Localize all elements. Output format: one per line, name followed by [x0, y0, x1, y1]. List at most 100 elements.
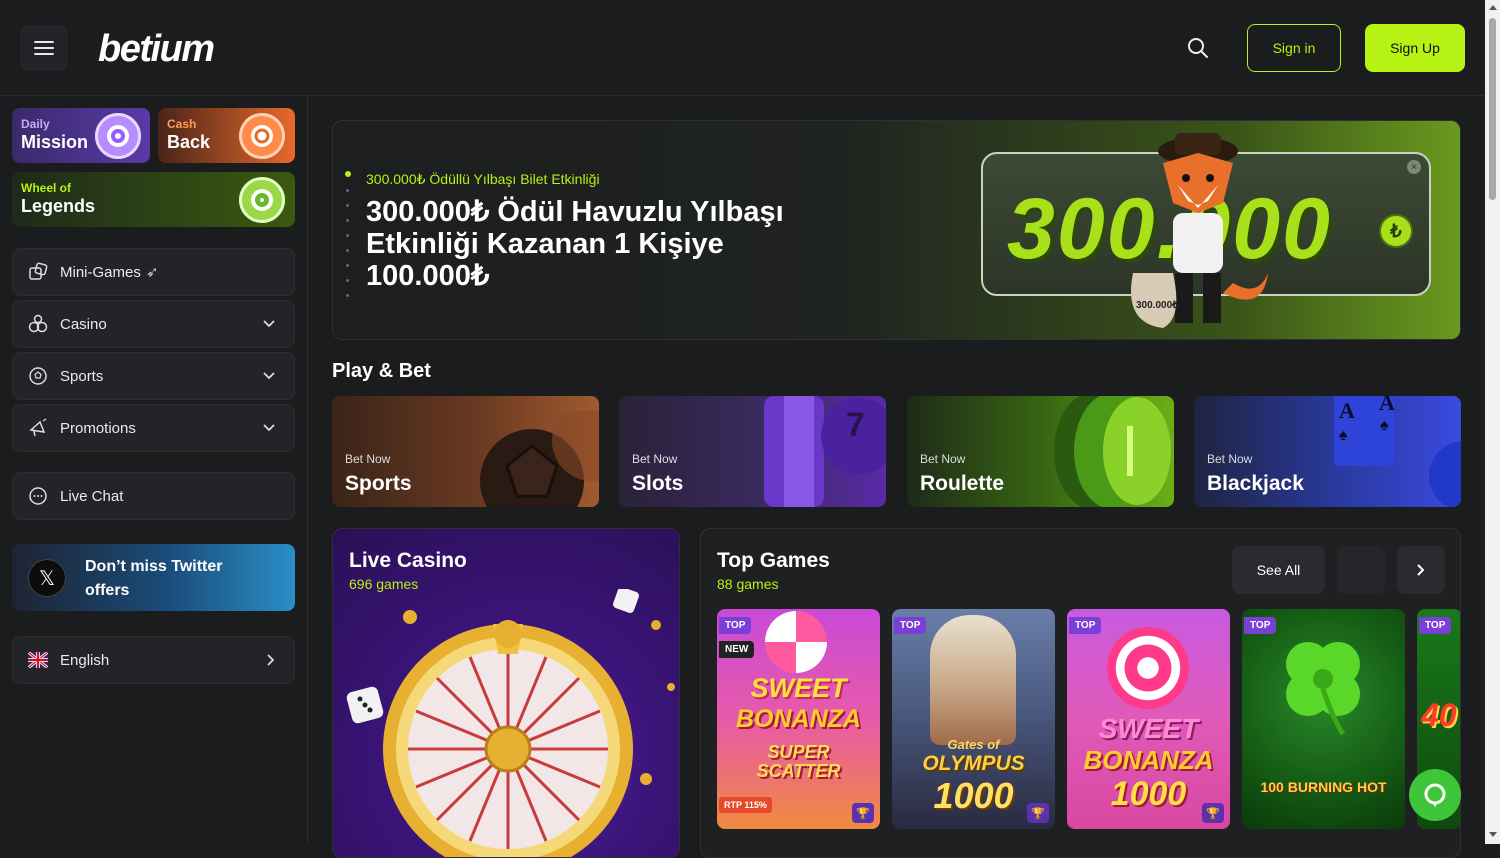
lira-coin-icon: ₺ [1379, 214, 1413, 248]
category-card-sports[interactable]: Bet Now Sports [332, 396, 599, 507]
language-selector[interactable]: English [12, 636, 295, 684]
clover-illustration [1286, 642, 1360, 736]
top-games-title: Top Games [717, 549, 830, 572]
game-card-gates-of-olympus-1000[interactable]: Gates of OLYMPUS 1000 TOP 🏆 [892, 609, 1055, 829]
sidebar-item-label: Promotions [60, 419, 136, 437]
uk-flag-icon [27, 649, 49, 671]
close-icon[interactable]: × [1407, 160, 1421, 174]
game-title-line: 40 [1421, 697, 1457, 733]
twitter-offers-banner[interactable]: 𝕏 Don’t miss Twitter offers [12, 544, 295, 611]
promo-big-label: Back [167, 132, 211, 152]
bet-now-label: Bet Now [345, 452, 391, 466]
promo-big-label: Legends [21, 196, 96, 216]
category-name: Slots [632, 472, 684, 495]
wheel-icon [239, 177, 285, 223]
football-illustration [480, 411, 599, 507]
wheel-of-fortune-illustration [346, 589, 675, 857]
slot-reel-illustration: 7 [764, 396, 886, 507]
casino-icon [27, 313, 49, 335]
game-title-line: OLYMPUS [922, 752, 1025, 775]
category-name: Blackjack [1207, 472, 1304, 495]
sidebar-item-live-chat[interactable]: Live Chat [12, 472, 295, 520]
sidebar-item-mini-games[interactable]: Mini-Games ➶ [12, 248, 295, 296]
promo-small-label: Cash [167, 117, 197, 131]
menu-button[interactable] [20, 25, 68, 71]
carousel-next-button[interactable] [1397, 546, 1445, 594]
bet-now-label: Bet Now [920, 452, 966, 466]
sign-in-button[interactable]: Sign in [1247, 24, 1341, 72]
category-card-roulette[interactable]: Bet Now Roulette [907, 396, 1174, 507]
game-title-line: Gates of [947, 737, 1000, 752]
top-badge: TOP [894, 617, 927, 634]
sign-up-button[interactable]: Sign Up [1365, 24, 1465, 72]
x-logo-icon: 𝕏 [28, 559, 66, 597]
sidebar-item-label: Sports [60, 367, 104, 385]
language-label: English [60, 651, 110, 669]
chat-bubble-icon [27, 485, 49, 507]
game-title-line: SUPER SCATTER [756, 742, 841, 781]
bet-now-label: Bet Now [1207, 452, 1253, 466]
hero-subtitle: 300.000₺ Ödüllü Yılbaşı Bilet Etkinliği [366, 171, 600, 187]
candy-illustration [765, 611, 827, 673]
category-card-slots[interactable]: 7 Bet Now Slots [619, 396, 886, 507]
dice-icon [27, 261, 49, 283]
sidebar-item-label: Casino [60, 315, 107, 333]
hero-title: 300.000₺ Ödül Havuzlu Yılbaşı Etkinliği … [366, 196, 784, 292]
fox-mascot-illustration: 300.000₺ [1131, 133, 1268, 328]
target-icon [95, 113, 141, 159]
see-all-button[interactable]: See All [1232, 546, 1325, 594]
zeus-illustration [930, 615, 1016, 745]
bet-now-label: Bet Now [632, 452, 678, 466]
trophy-icon[interactable]: 🏆 [852, 803, 874, 823]
carousel-prev-button[interactable] [1337, 546, 1385, 594]
sidebar-item-label: Mini-Games [60, 263, 141, 281]
game-card-sweet-bonanza-1000[interactable]: SWEET BONANZA 1000 TOP 🏆 [1067, 609, 1230, 829]
live-chat-button[interactable] [1409, 769, 1461, 821]
logo[interactable]: betium [98, 28, 215, 71]
sidebar-item-promotions[interactable]: Promotions [12, 404, 295, 452]
chat-icon [1424, 783, 1446, 807]
cashback-coin-icon [239, 113, 285, 159]
category-card-blackjack[interactable]: A ♠ A ♠ Bet Now Blackjack [1194, 396, 1461, 507]
play-bet-title: Play & Bet [332, 360, 431, 382]
top-badge: TOP [1069, 617, 1102, 634]
game-title-line: 100 BURNING HOT [1260, 779, 1387, 795]
scroll-down-arrow[interactable] [1489, 832, 1497, 837]
trophy-icon[interactable]: 🏆 [1202, 803, 1224, 823]
svg-text:♠: ♠ [1339, 427, 1348, 444]
promo-big-label: Mission [21, 132, 89, 152]
chevron-right-icon [267, 654, 275, 666]
wheel-of-legends-tile[interactable]: Wheel of Legends [12, 172, 295, 227]
scroll-up-arrow[interactable] [1489, 5, 1497, 10]
hero-banner[interactable]: 300.000₺ Ödüllü Yılbaşı Bilet Etkinliği … [332, 120, 1461, 340]
scrollbar-thumb[interactable] [1489, 18, 1496, 200]
svg-text:300.000₺: 300.000₺ [1136, 300, 1179, 311]
hamburger-icon [34, 41, 54, 43]
top-badge: TOP [1419, 617, 1452, 634]
svg-text:A: A [1379, 396, 1395, 415]
sidebar: Daily Mission Cash Back Wheel of Legends… [0, 96, 308, 844]
daily-mission-tile[interactable]: Daily Mission [12, 108, 150, 163]
svg-text:A: A [1339, 398, 1355, 423]
scrollbar[interactable] [1485, 0, 1500, 844]
rtp-badge: RTP 115% [719, 797, 772, 813]
chevron-down-icon [263, 320, 275, 328]
search-button[interactable] [1174, 24, 1222, 72]
sidebar-item-casino[interactable]: Casino [12, 300, 295, 348]
top-games-panel: Top Games 88 games See All SWEET BONANZA… [700, 528, 1461, 858]
carousel-indicator[interactable] [345, 171, 351, 309]
game-card-100-burning-hot[interactable]: 100 BURNING HOT TOP [1242, 609, 1405, 829]
top-games-count: 88 games [717, 576, 779, 592]
sidebar-item-sports[interactable]: Sports [12, 352, 295, 400]
game-title-line: BONANZA [736, 705, 861, 733]
football-icon [27, 365, 49, 387]
game-card-sweet-bonanza-super-scatter[interactable]: SWEET BONANZA SUPER SCATTER TOP NEW RTP … [717, 609, 880, 829]
svg-text:7: 7 [846, 406, 865, 444]
chips-illustration [1054, 396, 1171, 507]
category-name: Roulette [920, 472, 1004, 495]
megaphone-icon [27, 417, 49, 439]
live-casino-panel[interactable]: Live Casino 696 games [332, 528, 680, 858]
trophy-icon[interactable]: 🏆 [1027, 803, 1049, 823]
new-badge: NEW [719, 641, 755, 658]
cash-back-tile[interactable]: Cash Back [158, 108, 295, 163]
